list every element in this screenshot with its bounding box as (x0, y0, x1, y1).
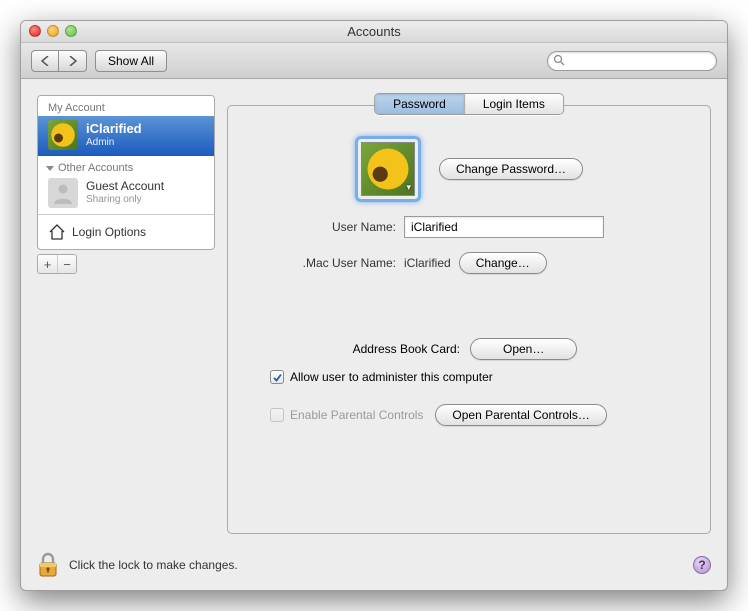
lock-icon[interactable] (37, 552, 59, 578)
avatar-image: ▾ (361, 142, 415, 196)
search-wrap (547, 51, 717, 71)
address-book-label: Address Book Card: (246, 342, 460, 356)
accounts-sidebar: My Account iClarified Admin Other Accoun… (37, 95, 215, 250)
content: My Account iClarified Admin Other Accoun… (21, 79, 727, 590)
tab-password[interactable]: Password (375, 94, 464, 114)
parental-checkbox (270, 408, 284, 422)
open-parental-button[interactable]: Open Parental Controls… (435, 404, 606, 426)
tabs: Password Login Items (374, 93, 564, 115)
preferences-window: Accounts Show All My Account (20, 20, 728, 591)
login-options-button[interactable]: Login Options (38, 214, 214, 249)
lock-text: Click the lock to make changes. (69, 558, 238, 572)
chevron-right-icon (68, 56, 77, 66)
account-name: iClarified (86, 122, 142, 137)
account-avatar-thumb (48, 120, 78, 150)
footer: Click the lock to make changes. ? (37, 534, 711, 578)
close-button[interactable] (29, 25, 41, 37)
account-role: Admin (86, 137, 142, 149)
add-remove-segmented: + − (37, 254, 77, 274)
change-password-button[interactable]: Change Password… (439, 158, 583, 180)
parental-label: Enable Parental Controls (290, 408, 423, 422)
titlebar: Accounts (21, 21, 727, 43)
admin-checkbox[interactable] (270, 370, 284, 384)
back-button[interactable] (31, 50, 59, 72)
minimize-button[interactable] (47, 25, 59, 37)
other-accounts-header[interactable]: Other Accounts (38, 156, 214, 174)
other-accounts-label: Other Accounts (58, 162, 133, 174)
guest-name: Guest Account (86, 180, 164, 194)
remove-account-button[interactable]: − (57, 255, 76, 273)
open-address-book-button[interactable]: Open… (470, 338, 577, 360)
tab-login-items[interactable]: Login Items (464, 94, 563, 114)
add-account-button[interactable]: + (38, 255, 57, 273)
toolbar: Show All (21, 43, 727, 79)
forward-button[interactable] (59, 50, 87, 72)
chevron-down-icon: ▾ (406, 182, 411, 193)
checkmark-icon (272, 372, 283, 383)
search-input[interactable] (547, 51, 717, 71)
change-mac-button[interactable]: Change… (459, 252, 547, 274)
admin-label: Allow user to administer this computer (290, 370, 493, 384)
zoom-button[interactable] (65, 25, 77, 37)
login-options-label: Login Options (72, 225, 146, 239)
mac-username-value: iClarified (404, 256, 451, 270)
avatar-picker[interactable]: ▾ (355, 136, 421, 202)
house-icon (48, 223, 66, 241)
username-label: User Name: (246, 220, 396, 234)
sidebar-item-iclarified[interactable]: iClarified Admin (38, 116, 214, 156)
disclosure-triangle-icon (46, 164, 54, 172)
password-panel: ▾ Change Password… User Name: .Mac User … (227, 105, 711, 534)
mac-username-label: .Mac User Name: (246, 256, 396, 270)
sidebar-item-guest[interactable]: Guest Account Sharing only (38, 174, 214, 214)
search-icon (553, 54, 565, 66)
nav-segmented (31, 50, 87, 72)
window-title: Accounts (347, 24, 400, 39)
help-button[interactable]: ? (693, 556, 711, 574)
traffic-lights (29, 25, 77, 37)
show-all-button[interactable]: Show All (95, 50, 167, 72)
username-input[interactable] (404, 216, 604, 238)
main-panel: Password Login Items ▾ Change Password… … (227, 95, 711, 534)
my-account-label: My Account (38, 96, 214, 116)
guest-role: Sharing only (86, 194, 164, 206)
guest-silhouette-icon (48, 178, 78, 208)
chevron-left-icon (41, 56, 50, 66)
